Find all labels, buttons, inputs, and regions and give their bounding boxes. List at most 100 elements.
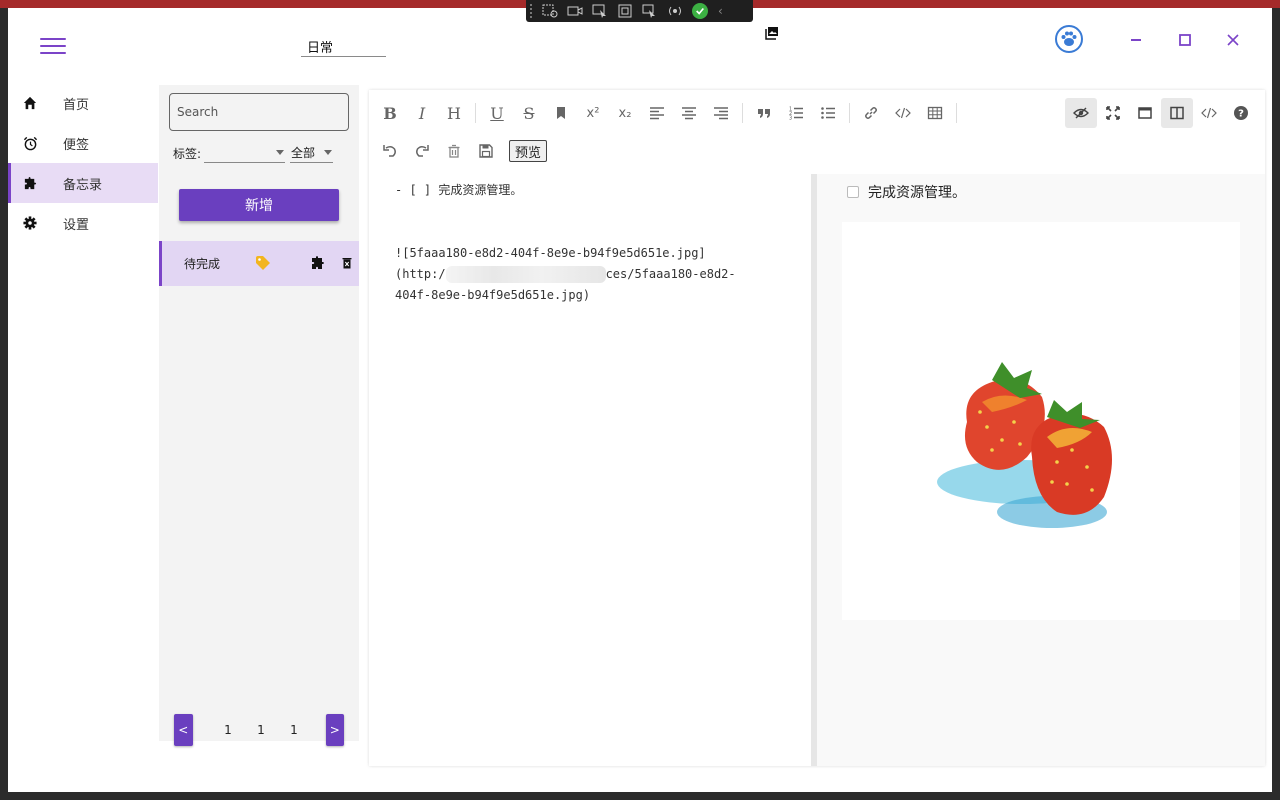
list-item[interactable]: 待完成 — [159, 241, 359, 286]
redo-icon[interactable] — [406, 136, 438, 166]
bookmark-icon[interactable] — [545, 98, 577, 128]
toolbar-divider — [849, 103, 850, 123]
ordered-list-icon[interactable]: 123 — [780, 98, 812, 128]
markdown-line: - [ ] 完成资源管理。 — [395, 183, 523, 197]
memo-item-title: 待完成 — [184, 257, 221, 271]
page-number[interactable]: 1 — [212, 723, 245, 737]
delete-icon[interactable] — [342, 257, 352, 269]
sidebar-item-label: 首页 — [63, 97, 90, 113]
fullscreen-icon[interactable] — [1097, 98, 1129, 128]
underline-button[interactable]: U — [481, 98, 513, 128]
preview-task-item: 完成资源管理。 — [847, 182, 966, 202]
markdown-line: 404f-8e9e-b94f9e5d651e.jpg) — [395, 288, 591, 302]
sidebar-item-notes[interactable]: 便签 — [8, 123, 158, 163]
confirm-icon[interactable] — [689, 2, 711, 20]
chevron-down-icon — [324, 150, 333, 155]
markdown-source-pane[interactable]: - [ ] 完成资源管理。 ![5faaa180-e8d2-404f-8e9e-… — [369, 174, 811, 766]
menu-toggle-icon[interactable] — [40, 38, 66, 58]
search-input[interactable] — [169, 93, 349, 131]
link-icon[interactable] — [855, 98, 887, 128]
toolbar-divider — [956, 103, 957, 123]
toolbar-divider — [475, 103, 476, 123]
tag-icon[interactable] — [255, 256, 271, 270]
drag-grip-icon[interactable] — [530, 4, 536, 18]
subscript-button[interactable]: x₂ — [609, 98, 641, 128]
align-center-icon[interactable] — [673, 98, 705, 128]
markdown-line: ![5faaa180-e8d2-404f-8e9e-b94f9e5d651e.j… — [395, 246, 706, 260]
window-capture-icon[interactable] — [614, 2, 636, 20]
prev-page-button[interactable]: < — [174, 714, 193, 746]
region-capture-icon[interactable] — [539, 2, 561, 20]
add-memo-button[interactable]: 新增 — [179, 189, 339, 221]
gear-icon — [22, 215, 38, 231]
sidebar-item-memo[interactable]: 备忘录 — [8, 163, 158, 203]
sidebar-item-home[interactable]: 首页 — [8, 83, 158, 123]
tag-select[interactable] — [204, 143, 286, 163]
memo-title-field[interactable]: 日常 — [301, 35, 386, 57]
page-number[interactable]: 1 — [245, 723, 278, 737]
superscript-button[interactable]: x² — [577, 98, 609, 128]
heading-button[interactable]: H — [438, 98, 470, 128]
markdown-line-part: (http:/ — [395, 267, 446, 281]
window-frame-bottom — [0, 792, 1280, 800]
svg-text:?: ? — [1238, 109, 1244, 120]
redacted-text — [445, 266, 606, 283]
memo-list-panel: 标签: 全部 新增 待完成 < 1 1 1 > — [159, 85, 359, 746]
align-right-icon[interactable] — [705, 98, 737, 128]
editor-view-toolbar: ? — [1065, 95, 1257, 131]
align-left-icon[interactable] — [641, 98, 673, 128]
preview-button[interactable]: 预览 — [509, 140, 548, 162]
tag-label: 标签: — [173, 146, 202, 161]
pointer-capture-icon[interactable] — [589, 2, 611, 20]
code-icon[interactable] — [887, 98, 919, 128]
puzzle-icon — [22, 175, 38, 191]
markdown-line-part: ces/5faaa180-e8d2- — [605, 267, 736, 281]
next-page-button[interactable]: > — [325, 714, 344, 746]
maximize-icon[interactable] — [1175, 30, 1195, 50]
video-record-icon[interactable] — [564, 2, 586, 20]
sidebar-item-settings[interactable]: 设置 — [8, 203, 158, 243]
sidebar-item-label: 便签 — [63, 137, 90, 153]
page-number[interactable]: 1 — [278, 723, 311, 737]
status-select-value: 全部 — [291, 146, 316, 160]
app-window: 日常 首页 便签 备忘录 设置 标签: — [8, 8, 1272, 792]
broadcast-icon[interactable] — [664, 2, 686, 20]
capture-toolbar: ‹ — [526, 0, 753, 22]
help-icon[interactable]: ? — [1225, 98, 1257, 128]
save-icon[interactable] — [470, 136, 502, 166]
close-icon[interactable] — [1223, 30, 1243, 50]
task-checkbox[interactable] — [847, 186, 859, 198]
markdown-editor: B I H U S x² x₂ 123 ? 预览 - [] 完成资源管理。 !… — [369, 90, 1265, 766]
preview-toggle-icon[interactable] — [1065, 98, 1097, 128]
collapse-chevron-icon[interactable]: ‹ — [718, 4, 723, 18]
split-view-icon[interactable] — [1161, 98, 1193, 128]
home-icon — [22, 95, 38, 111]
unordered-list-icon[interactable] — [812, 98, 844, 128]
trash-icon[interactable] — [438, 136, 470, 166]
svg-text:3: 3 — [789, 116, 792, 122]
scroll-capture-icon[interactable] — [639, 2, 661, 20]
status-select[interactable]: 全部 — [290, 143, 334, 163]
window-mode-icon[interactable] — [1129, 98, 1161, 128]
sidebar-item-label: 备忘录 — [63, 177, 103, 193]
table-icon[interactable] — [919, 98, 951, 128]
html-code-icon[interactable] — [1193, 98, 1225, 128]
markdown-line: (http:/ ces/5faaa180-e8d2- — [395, 264, 785, 285]
toolbar-divider — [742, 103, 743, 123]
pagination: < 1 1 1 > — [174, 714, 344, 746]
minimize-icon[interactable] — [1126, 30, 1146, 50]
quote-icon[interactable] — [748, 98, 780, 128]
puzzle-edit-icon[interactable] — [311, 255, 325, 271]
sidebar-nav: 首页 便签 备忘录 设置 — [8, 83, 158, 243]
strikethrough-button[interactable]: S — [513, 98, 545, 128]
alarm-icon — [22, 135, 38, 151]
strawberry-image — [842, 222, 1240, 620]
italic-button[interactable]: I — [406, 98, 438, 128]
filter-row: 标签: 全部 — [173, 143, 334, 163]
preview-task-text: 完成资源管理。 — [868, 185, 966, 201]
paw-logo-icon[interactable] — [1055, 25, 1083, 53]
bold-button[interactable]: B — [374, 98, 406, 128]
undo-icon[interactable] — [374, 136, 406, 166]
markdown-preview-pane: 完成资源管理。 — [817, 174, 1265, 766]
image-gallery-icon[interactable] — [765, 26, 779, 40]
